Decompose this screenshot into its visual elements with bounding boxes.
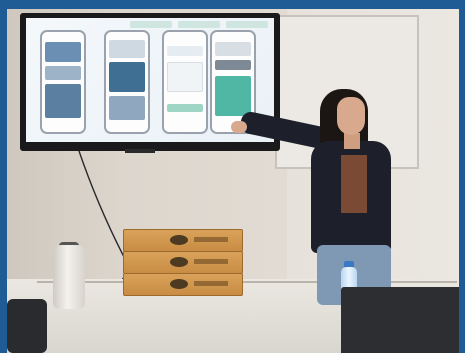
table-edge: [37, 281, 457, 283]
pizza-box-bottom: [123, 273, 243, 296]
presenter-neck: [344, 133, 360, 149]
photo-frame: [7, 9, 459, 353]
thermos: [53, 245, 85, 309]
pizza-box-top: [123, 229, 243, 252]
presenter-hand: [231, 121, 247, 133]
presenter-top: [341, 155, 367, 213]
laptop: [341, 287, 459, 353]
presenter-face: [337, 97, 365, 135]
chair: [7, 299, 47, 353]
pizza-box-middle: [123, 251, 243, 274]
